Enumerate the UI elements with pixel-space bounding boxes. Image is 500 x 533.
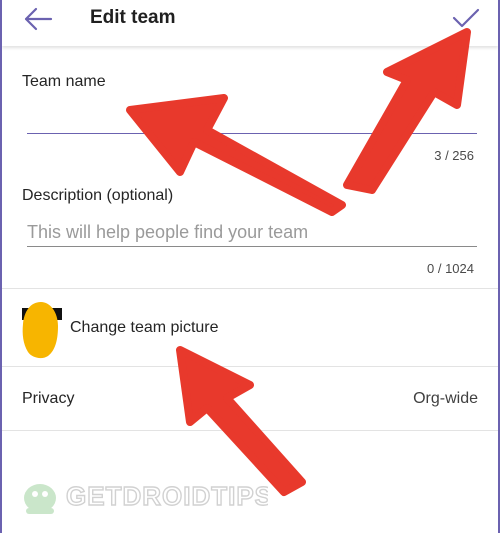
watermark-text: GETDROIDTIPS: [66, 481, 268, 511]
change-team-picture-label: Change team picture: [70, 319, 219, 336]
privacy-label: Privacy: [22, 390, 75, 407]
save-button[interactable]: [448, 4, 484, 34]
edit-team-screen: Edit team Team name 3 / 256 Description …: [0, 0, 500, 533]
team-avatar: [22, 302, 62, 359]
team-name-label: Team name: [22, 73, 106, 90]
divider: [2, 288, 498, 289]
description-input[interactable]: This will help people find your team: [27, 222, 308, 243]
watermark-logo: GETDROIDTIPS: [24, 480, 268, 514]
divider: [2, 430, 498, 431]
back-button[interactable]: [20, 4, 56, 34]
app-bar: Edit team: [2, 0, 498, 46]
description-underline: [27, 246, 477, 247]
divider: [2, 366, 498, 367]
arrow-left-icon: [24, 7, 53, 31]
annotation-arrow-save: [343, 28, 471, 194]
description-counter: 0 / 1024: [427, 261, 474, 276]
team-name-underline: [27, 133, 477, 134]
page-title: Edit team: [90, 7, 176, 28]
description-label: Description (optional): [22, 187, 174, 204]
checkmark-icon: [452, 8, 480, 28]
privacy-value: Org-wide: [413, 390, 478, 407]
team-name-counter: 3 / 256: [434, 148, 474, 163]
annotation-arrow-picture: [176, 346, 306, 496]
